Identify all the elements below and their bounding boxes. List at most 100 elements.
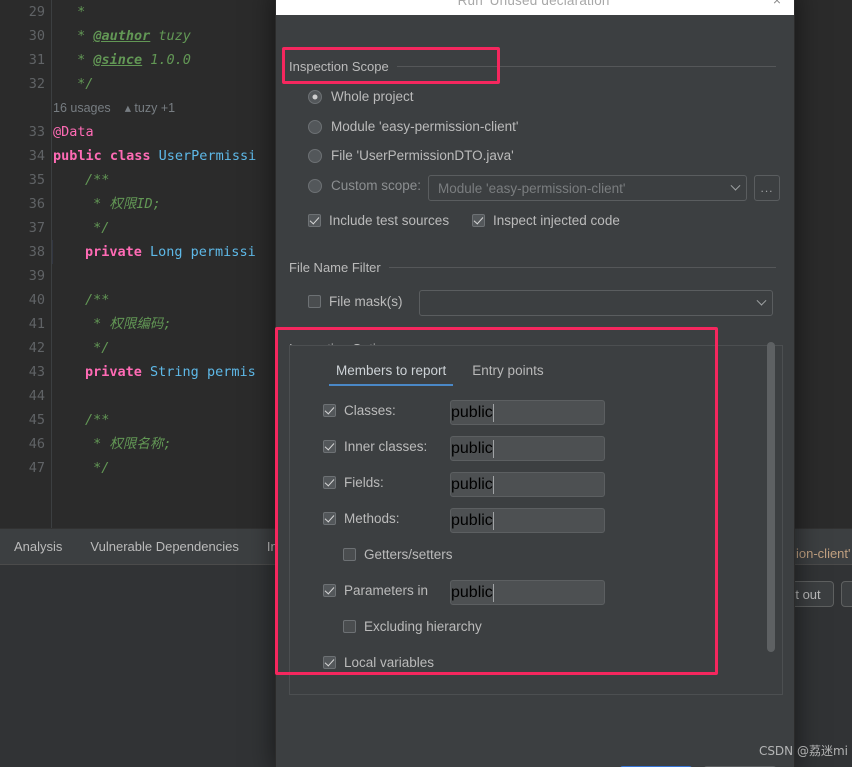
checkbox-icon[interactable] xyxy=(323,656,336,669)
code-line: @Data xyxy=(53,124,94,140)
option-row-inner-classes[interactable]: Inner classes: xyxy=(323,439,427,454)
option-row-classes[interactable]: Classes: xyxy=(323,403,396,418)
visibility-combobox[interactable]: public xyxy=(450,436,605,461)
radio-label: Custom scope: xyxy=(331,178,422,193)
checkbox-icon[interactable] xyxy=(308,295,321,308)
checkbox-icon[interactable] xyxy=(323,404,336,417)
custom-scope-browse-button[interactable]: ... xyxy=(754,175,780,201)
line-number: 40 xyxy=(28,292,45,308)
option-label: Methods: xyxy=(344,511,400,526)
radio-module[interactable]: Module 'easy-permission-client' xyxy=(308,119,518,134)
section-divider xyxy=(396,66,776,67)
radio-file[interactable]: File 'UserPermissionDTO.java' xyxy=(308,148,514,163)
usages-count[interactable]: 16 usages xyxy=(53,101,111,115)
radio-label: Module 'easy-permission-client' xyxy=(331,119,519,134)
code-line: /** xyxy=(85,292,110,308)
toolwindow-tab-analysis[interactable]: Analysis xyxy=(0,529,76,565)
file-name-filter-label: File Name Filter xyxy=(289,260,381,275)
line-number: 46 xyxy=(28,436,45,452)
option-label: Fields: xyxy=(344,475,384,490)
option-row-local-variables[interactable]: Local variables xyxy=(323,655,434,670)
checkbox-icon[interactable] xyxy=(343,548,356,561)
tab-members-to-report[interactable]: Members to report xyxy=(323,363,459,386)
checkbox-include-test-sources[interactable]: Include test sources xyxy=(308,213,449,228)
line-number: 34 xyxy=(28,148,45,164)
checkbox-icon[interactable] xyxy=(323,440,336,453)
line-number: 43 xyxy=(28,364,45,380)
visibility-value: public xyxy=(451,439,493,457)
option-label: Local variables xyxy=(344,655,435,670)
author-hint[interactable]: ▴ tuzy +1 xyxy=(125,101,175,115)
checkbox-icon[interactable] xyxy=(472,214,485,227)
option-row-parameters-in[interactable]: Parameters in xyxy=(323,583,428,598)
option-row-excluding-hierarchy[interactable]: Excluding hierarchy xyxy=(343,619,482,634)
radio-button-icon[interactable] xyxy=(308,119,322,134)
custom-scope-value: Module 'easy-permission-client' xyxy=(438,180,626,196)
option-label: Classes: xyxy=(344,403,396,418)
close-icon[interactable]: × xyxy=(769,0,785,8)
checkbox-icon[interactable] xyxy=(323,476,336,489)
checkbox-icon[interactable] xyxy=(323,584,336,597)
chevron-down-icon[interactable] xyxy=(724,176,746,200)
run-inspection-dialog: Run 'Unused declaration' × Inspection Sc… xyxy=(275,0,795,767)
radio-custom-scope[interactable]: Custom scope: xyxy=(308,178,421,193)
radio-label: File 'UserPermissionDTO.java' xyxy=(331,148,514,163)
line-number: 47 xyxy=(28,460,45,476)
watermark: CSDN @荔迷mi xyxy=(758,744,848,758)
custom-scope-combobox[interactable]: Module 'easy-permission-client' xyxy=(428,175,747,201)
code-line: * 权限名称; xyxy=(85,436,172,452)
option-label: Excluding hierarchy xyxy=(364,619,482,634)
radio-label: Whole project xyxy=(331,89,414,104)
visibility-value: public xyxy=(451,475,493,493)
visibility-combobox[interactable]: public xyxy=(450,400,605,425)
section-divider xyxy=(388,267,776,268)
chevron-down-icon[interactable] xyxy=(492,439,494,458)
code-line: private Long permissi xyxy=(85,244,256,260)
radio-button-icon[interactable] xyxy=(308,89,322,104)
dialog-titlebar[interactable]: Run 'Unused declaration' × xyxy=(276,0,794,15)
tab-entry-points[interactable]: Entry points xyxy=(459,363,556,386)
inspection-options-tabs[interactable]: Members to report Entry points xyxy=(323,354,557,386)
checkbox-icon[interactable] xyxy=(343,620,356,633)
option-row-getters-setters[interactable]: Getters/setters xyxy=(343,547,453,562)
visibility-combobox[interactable]: public xyxy=(450,472,605,497)
code-line: public class UserPermissi xyxy=(53,148,257,164)
toolwindow-tab-vulnerable-dependencies[interactable]: Vulnerable Dependencies xyxy=(76,529,252,565)
code-line: * @author tuzy xyxy=(69,28,191,44)
line-number: 29 xyxy=(28,4,45,20)
inspection-options-scrollbar[interactable] xyxy=(767,342,775,695)
code-line: * @since 1.0.0 xyxy=(69,52,191,68)
code-line: private String permis xyxy=(85,364,256,380)
code-line: */ xyxy=(69,76,94,92)
line-number: 45 xyxy=(28,412,45,428)
background-scope-field-text: ion-client' xyxy=(796,546,851,561)
chevron-down-icon[interactable] xyxy=(492,403,494,422)
chevron-down-icon[interactable] xyxy=(492,475,494,494)
file-mask-combobox[interactable] xyxy=(419,290,773,316)
radio-button-icon[interactable] xyxy=(308,148,322,163)
code-line: * 权限ID; xyxy=(85,196,161,212)
chevron-down-icon[interactable] xyxy=(492,511,494,530)
chevron-down-icon[interactable] xyxy=(492,583,494,602)
option-row-fields[interactable]: Fields: xyxy=(323,475,384,490)
radio-whole-project[interactable]: Whole project xyxy=(308,89,414,104)
radio-button-icon[interactable] xyxy=(308,178,322,193)
inspection-scope-label: Inspection Scope xyxy=(289,59,389,74)
checkbox-icon[interactable] xyxy=(323,512,336,525)
editor-gutter[interactable]: 29 30 31 32 33 34 35 36 37 38 39 40 41 42 43 44 45 46 47 xyxy=(0,0,52,528)
background-extra-button[interactable] xyxy=(841,581,852,607)
code-line: * 权限编码; xyxy=(85,316,172,332)
checkbox-inspect-injected-code[interactable]: Inspect injected code xyxy=(472,213,620,228)
checkbox-label: Include test sources xyxy=(329,213,450,228)
option-row-methods[interactable]: Methods: xyxy=(323,511,400,526)
code-vision-usages-hint[interactable]: 16 usages ▴ tuzy +1 xyxy=(53,96,175,120)
checkbox-icon[interactable] xyxy=(308,214,321,227)
chevron-down-icon[interactable] xyxy=(750,291,772,315)
line-number: 30 xyxy=(28,28,45,44)
visibility-combobox[interactable]: public xyxy=(450,580,605,605)
checkbox-file-masks[interactable]: File mask(s) xyxy=(308,294,403,309)
option-label: Inner classes: xyxy=(344,439,428,454)
visibility-combobox[interactable]: public xyxy=(450,508,605,533)
option-label: Parameters in xyxy=(344,583,429,598)
scrollbar-thumb[interactable] xyxy=(767,342,775,652)
